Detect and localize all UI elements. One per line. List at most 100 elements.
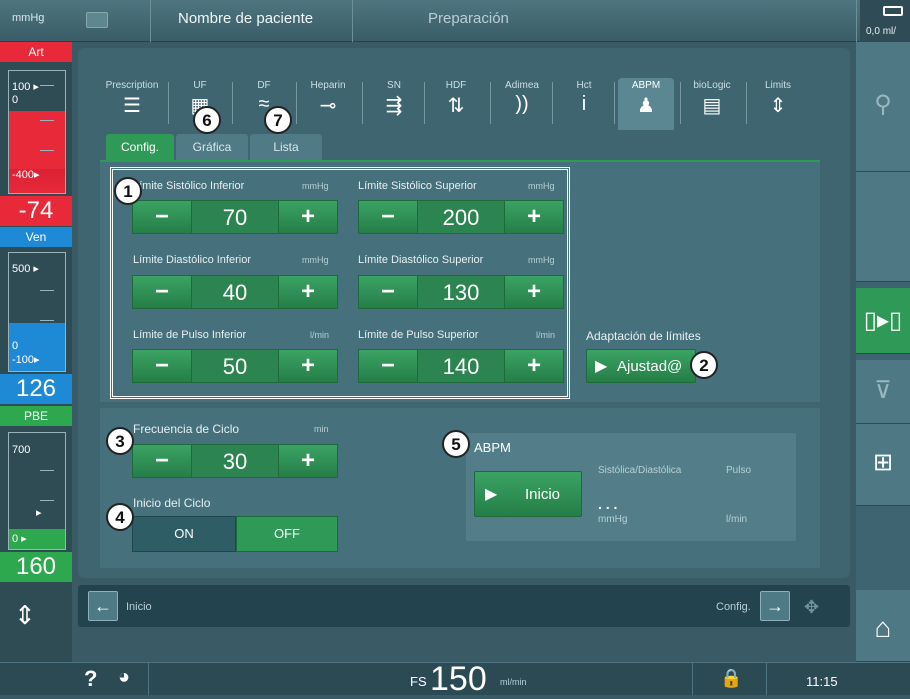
plus-button[interactable]: + (278, 444, 338, 478)
start-cycle-label: Inicio del Ciclo (133, 496, 211, 510)
tab-heparin[interactable]: Heparin ⊸ (300, 78, 356, 130)
sys-low-value: 70 (192, 200, 278, 234)
callout-7: 7 (264, 106, 292, 134)
minus-button[interactable]: − (132, 444, 192, 478)
sys-high-label: Límite Sistólico Superior (358, 180, 477, 192)
adaptation-label: Adaptación de límites (586, 329, 701, 343)
hdf-icon: ⇅ (447, 95, 465, 117)
back-arrow-icon[interactable]: ← (88, 591, 118, 621)
syringe-icon (883, 6, 903, 16)
tab-abpm[interactable]: ABPM ♟ (618, 78, 674, 130)
single-needle-icon: ⇶ (385, 95, 403, 117)
forward-arrow-icon[interactable]: → (760, 591, 790, 621)
plus-button[interactable]: + (504, 275, 564, 309)
timer-icon[interactable]: ◕ (118, 666, 130, 689)
callout-2: 2 (690, 351, 718, 379)
cycle-unit: min (314, 424, 329, 434)
tab-sn[interactable]: SN ⇶ (366, 78, 422, 130)
callout-6: 6 (193, 106, 221, 134)
ven-zero: 0 (12, 340, 19, 352)
sys-high-value: 200 (418, 200, 504, 234)
pbe-max: 700 (12, 444, 31, 456)
lock-icon[interactable]: 🔒 (720, 668, 742, 689)
minus-button[interactable]: − (358, 200, 418, 234)
toggle-off-button[interactable]: OFF (236, 516, 338, 552)
abpm-title: ABPM (474, 440, 511, 455)
callout-5: 5 (442, 430, 470, 458)
plus-button[interactable]: + (278, 349, 338, 383)
limits-icon: ⇕ (769, 95, 787, 117)
patient-card-icon[interactable] (86, 12, 108, 28)
minus-button[interactable]: − (358, 275, 418, 309)
cycle-stepper: − 30 + (132, 444, 338, 478)
pulse-label: Pulso (726, 465, 752, 476)
dia-high-label: Límite Diastólico Superior (358, 254, 484, 266)
pbe-value: 160 (0, 552, 72, 582)
sys-dia-label: Sistólica/Diastólica (598, 465, 682, 476)
abpm-reading: . . . (598, 496, 618, 512)
sys-low-label: Límite Sistólico Inferior (133, 180, 245, 192)
subtab-config[interactable]: Config. (106, 134, 174, 160)
right-empty-button[interactable] (856, 172, 910, 282)
network-icon: ⊞ (872, 449, 894, 476)
abpm-unit-lmin: l/min (726, 514, 748, 525)
pulse-low-value: 50 (192, 349, 278, 383)
pulse-low-unit: l/min (310, 330, 330, 340)
toggle-on-button[interactable]: ON (132, 516, 236, 552)
plus-button[interactable]: + (504, 349, 564, 383)
tab-limits[interactable]: Limits ⇕ (750, 78, 806, 130)
art-zero: 0 (12, 94, 19, 106)
art-min: -400▸ (12, 169, 40, 181)
patient-name[interactable]: Nombre de paciente (178, 10, 313, 27)
tab-hdf[interactable]: HDF ⇅ (428, 78, 484, 130)
minus-button[interactable]: − (132, 349, 192, 383)
plus-button[interactable]: + (278, 275, 338, 309)
plus-button[interactable]: + (504, 200, 564, 234)
divider (150, 0, 151, 42)
tab-biologic[interactable]: bioLogic ▤ (684, 78, 740, 130)
ven-value: 126 (0, 374, 72, 404)
blood-flow-value[interactable]: 150 (430, 660, 487, 699)
next-label: Config. (716, 601, 751, 613)
clock-time: 11:15 (806, 674, 838, 689)
adjusted-button[interactable]: ▶ Ajustad@ (586, 349, 696, 383)
callout-1: 1 (114, 177, 142, 205)
art-label: Art (0, 42, 72, 62)
pulse-high-stepper: − 140 + (358, 349, 564, 383)
tab-prescription[interactable]: Prescription ☰ (104, 78, 160, 130)
biologic-icon: ▤ (702, 95, 722, 117)
signal-icon: )) (515, 93, 529, 115)
bloodline-icon: ▯▸▯ (863, 307, 903, 334)
dia-low-unit: mmHg (302, 255, 329, 265)
fs-label: FS (410, 674, 427, 689)
walking-person-icon: ⚲ (874, 91, 892, 118)
divider (856, 0, 857, 42)
pulse-high-unit: l/min (536, 330, 556, 340)
sliders-icon: ☰ (123, 95, 141, 117)
dia-low-label: Límite Diastólico Inferior (133, 254, 251, 266)
minus-button[interactable]: − (358, 349, 418, 383)
callout-4: 4 (106, 503, 134, 531)
art-value: -74 (0, 196, 72, 226)
dia-low-value: 40 (192, 275, 278, 309)
hct-icon: i (581, 93, 587, 115)
ven-min: -100▸ (12, 354, 40, 366)
abpm-start-button[interactable]: ▶ Inicio (474, 471, 582, 517)
help-icon[interactable]: ? (84, 666, 97, 692)
level-icon[interactable]: ⇕ (14, 600, 36, 631)
ven-label: Ven (0, 227, 72, 247)
subtab-grafica[interactable]: Gráfica (176, 134, 248, 160)
pulse-low-stepper: − 50 + (132, 349, 338, 383)
sys-high-stepper: − 200 + (358, 200, 564, 234)
play-icon: ▶ (485, 486, 498, 503)
phase-label: Preparación (428, 10, 509, 27)
tab-adimea[interactable]: Adimea)) (494, 78, 550, 130)
callout-3: 3 (106, 427, 134, 455)
minus-button[interactable]: − (132, 275, 192, 309)
pressure-unit: mmHg (12, 12, 45, 24)
tab-hct[interactable]: Hct i (556, 78, 612, 130)
subtab-lista[interactable]: Lista (250, 134, 322, 160)
minus-button[interactable]: − (132, 200, 192, 234)
pbe-marker: ▸ (36, 507, 42, 519)
plus-button[interactable]: + (278, 200, 338, 234)
